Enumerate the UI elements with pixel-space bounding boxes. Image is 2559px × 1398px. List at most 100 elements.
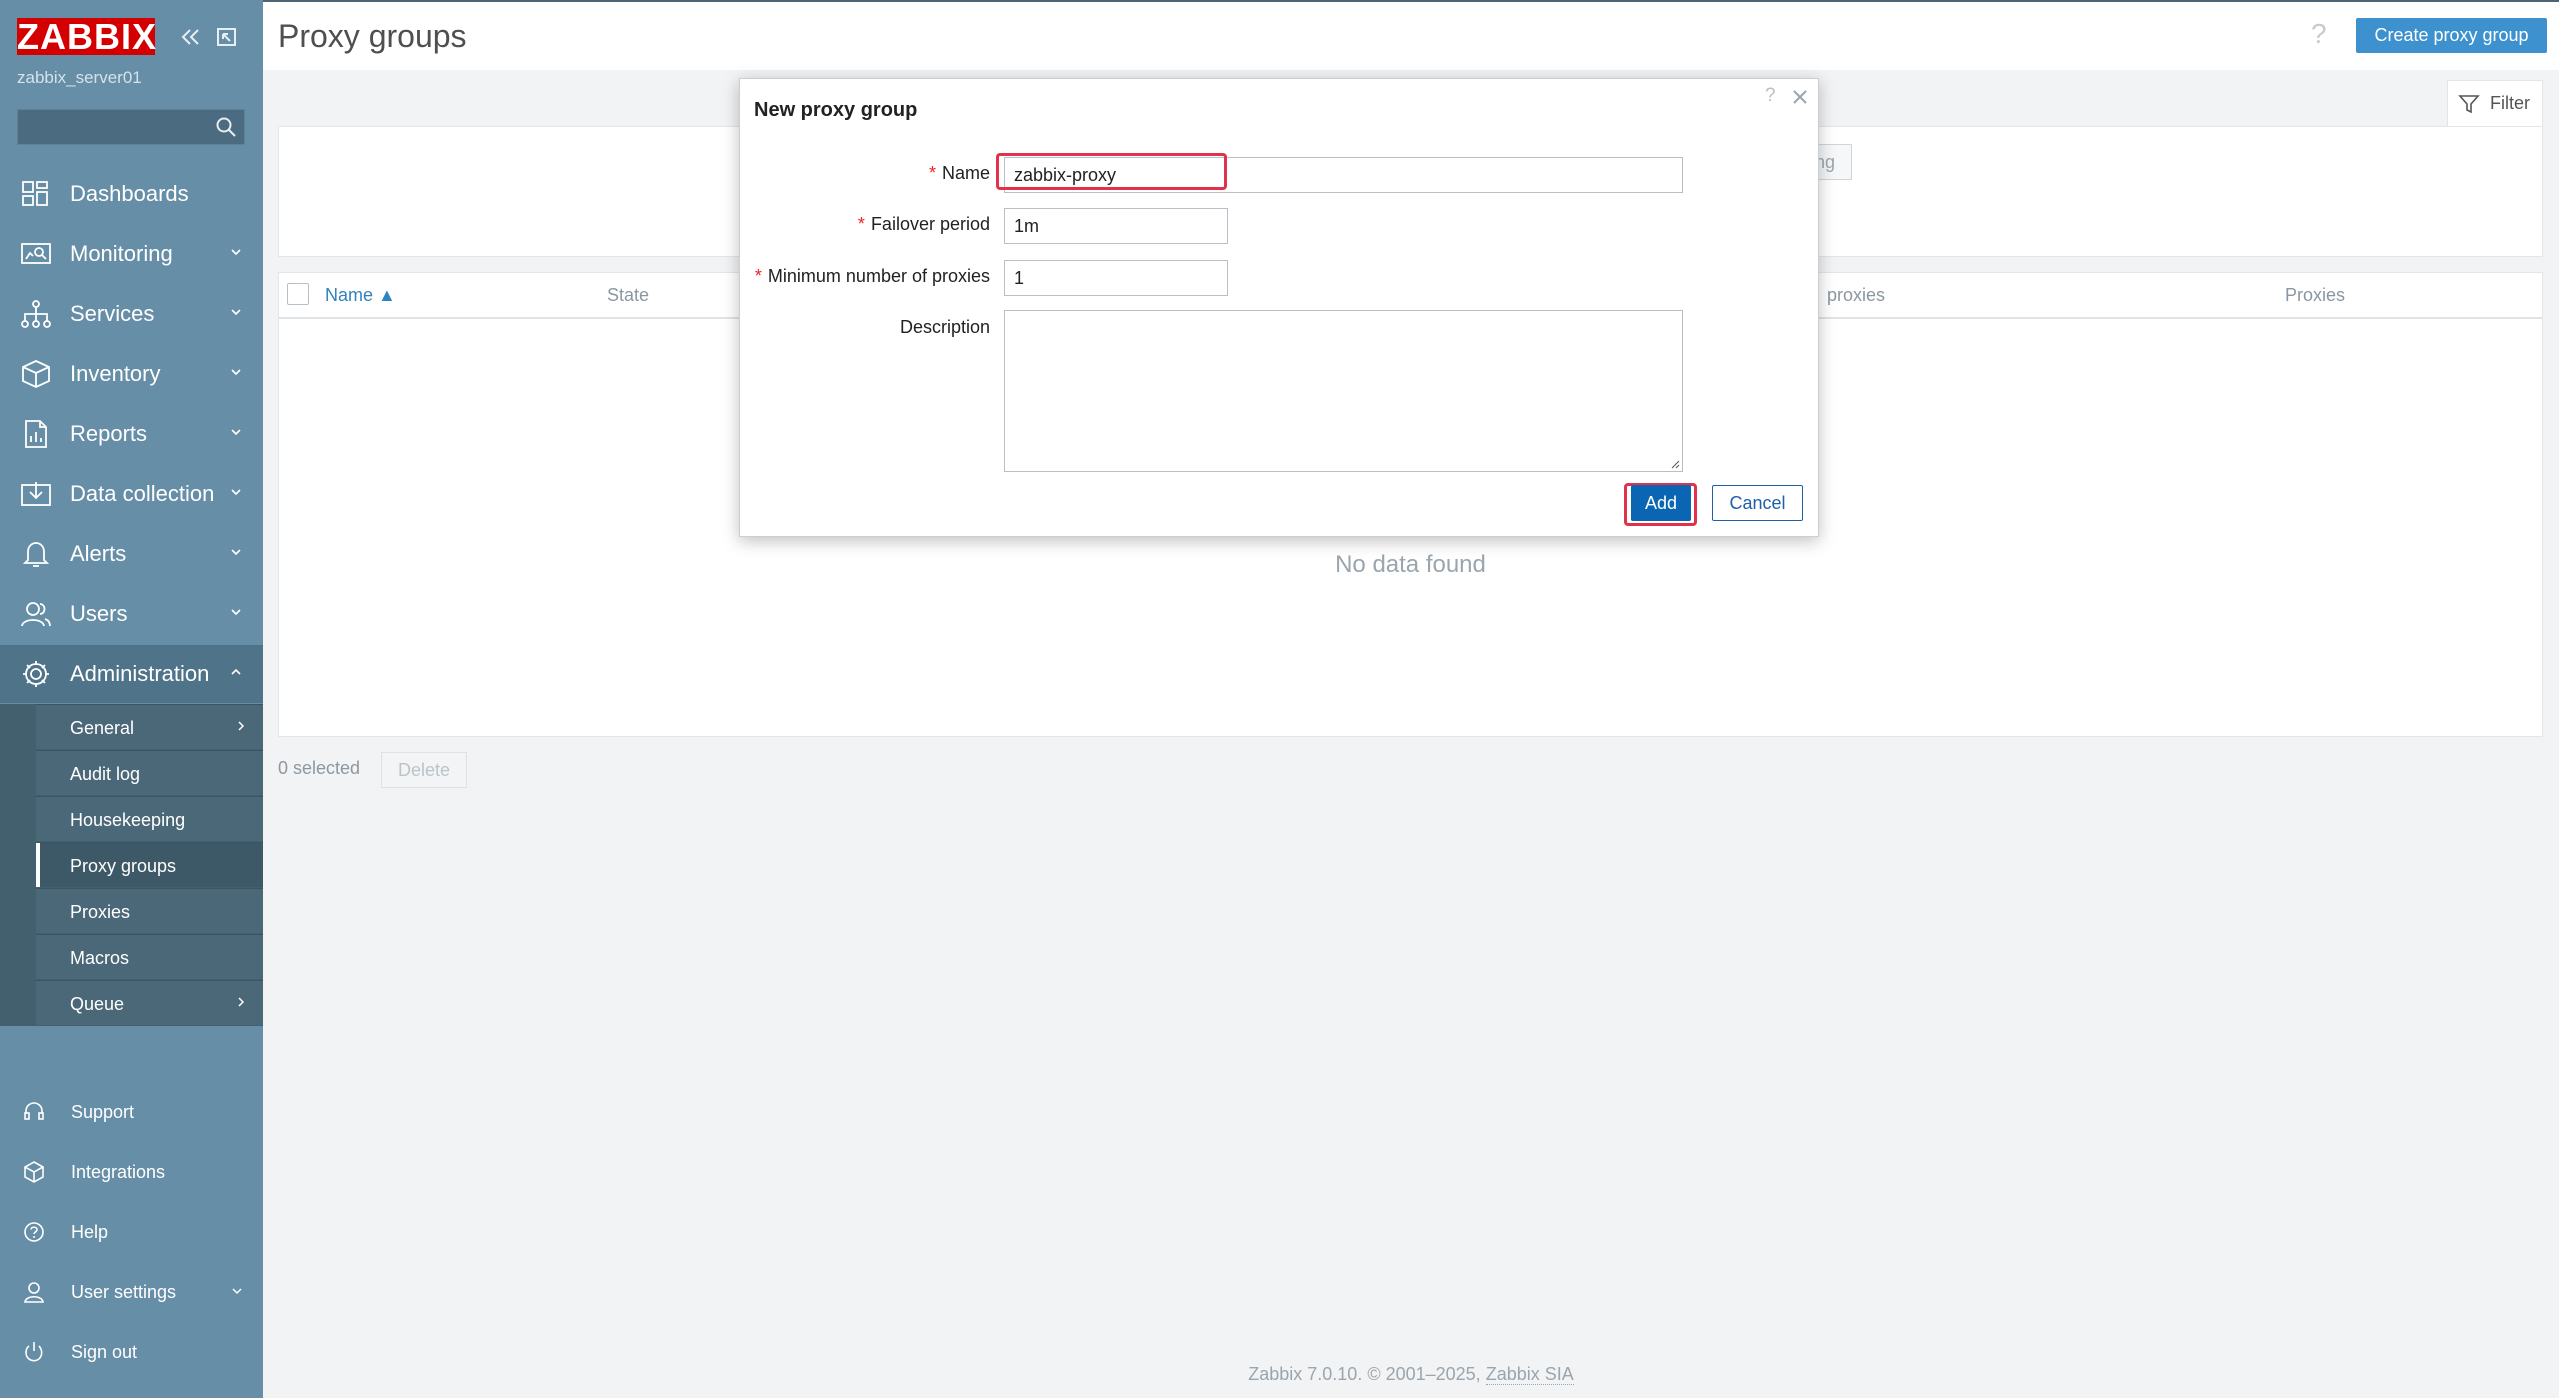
resize-grip-icon[interactable] — [1670, 459, 1680, 469]
sidebar-search-input[interactable] — [17, 109, 245, 145]
sidebar-item-label: Reports — [70, 421, 148, 446]
sidebar-item-administration[interactable]: Administration — [0, 645, 263, 703]
no-data-message: No data found — [1335, 551, 1486, 578]
column-proxies: Proxies — [2285, 285, 2346, 305]
name-label-text: Name — [941, 163, 990, 183]
kiosk-mode-icon[interactable] — [214, 24, 240, 50]
close-icon[interactable] — [1790, 87, 1810, 107]
submenu-item-proxy-groups[interactable]: Proxy groups — [36, 842, 263, 887]
page-title: Proxy groups — [278, 18, 467, 54]
sidebar-item-reports[interactable]: Reports — [0, 405, 263, 463]
sidebar-item-label: Integrations — [71, 1162, 166, 1182]
sidebar: ZABBIX zabbix_server01 Dashboards Monito… — [0, 0, 263, 1398]
chevron-up-icon — [231, 668, 241, 675]
sidebar-item-data-collection[interactable]: Data collection — [0, 465, 263, 523]
sidebar-item-users[interactable]: Users — [0, 585, 263, 643]
user-settings-icon — [24, 1282, 44, 1303]
monitoring-icon — [21, 243, 51, 264]
administration-icon — [23, 661, 49, 687]
chevron-down-icon — [231, 249, 241, 256]
sidebar-item-services[interactable]: Services — [0, 285, 263, 343]
submenu-item-queue[interactable]: Queue — [36, 980, 263, 1025]
support-icon — [24, 1102, 44, 1120]
page-help-icon[interactable]: ? — [2311, 18, 2327, 50]
administration-submenu: General Audit log Housekeeping Proxy gro… — [0, 704, 263, 1026]
integrations-icon — [24, 1161, 44, 1183]
sidebar-item-label: Administration — [70, 661, 210, 686]
column-name[interactable]: Name ▲ — [325, 285, 396, 306]
submenu-item-general[interactable]: General — [36, 704, 263, 749]
server-name: zabbix_server01 — [17, 68, 142, 87]
new-proxy-group-dialog: New proxy group ? *Name *Failover period… — [739, 78, 1819, 537]
sidebar-item-label: Alerts — [70, 541, 127, 566]
page-header — [263, 2, 2559, 70]
name-label: * Name — [740, 163, 990, 184]
required-marker: * — [928, 163, 936, 183]
footer: Zabbix 7.0.10. © 2001–2025, Zabbix SIA — [263, 1364, 2559, 1385]
footer-copyright: Zabbix 7.0.10. © 2001–2025, — [1248, 1364, 1481, 1384]
submenu-item-label: Macros — [70, 948, 130, 968]
min-proxies-label: * Minimum number of proxies — [740, 266, 990, 287]
sidebar-item-label: Users — [70, 601, 128, 626]
chevron-down-icon — [231, 609, 241, 616]
sidebar-item-alerts[interactable]: Alerts — [0, 525, 263, 583]
sidebar-item-label: Help — [71, 1222, 109, 1242]
failover-period-input[interactable] — [1004, 208, 1228, 244]
filter-reset-button[interactable]: ng — [1814, 144, 1852, 180]
dialog-title: New proxy group — [754, 99, 918, 121]
sidebar-item-support[interactable]: Support — [0, 1086, 263, 1138]
failover-label-text: Failover period — [870, 214, 990, 234]
chevron-right-icon — [238, 997, 245, 1007]
dialog-help-icon[interactable]: ? — [1765, 85, 1776, 107]
data-collection-icon — [21, 482, 51, 506]
sidebar-item-label: User settings — [71, 1282, 177, 1302]
alerts-icon — [22, 542, 50, 567]
chevron-down-icon — [231, 489, 241, 496]
sidebar-item-inventory[interactable]: Inventory — [0, 345, 263, 403]
required-marker: * — [754, 266, 762, 286]
cancel-button[interactable]: Cancel — [1712, 485, 1803, 521]
add-button[interactable]: Add — [1631, 485, 1691, 521]
zabbix-logo[interactable]: ZABBIX — [17, 18, 156, 55]
inventory-icon — [22, 360, 50, 388]
chevron-down-icon — [231, 429, 241, 436]
submenu-item-label: Queue — [70, 994, 125, 1014]
submenu-item-housekeeping[interactable]: Housekeeping — [36, 796, 263, 841]
selected-count: 0 selected — [278, 758, 361, 778]
delete-button[interactable]: Delete — [381, 752, 467, 788]
submenu-item-label: Proxies — [70, 902, 131, 922]
submenu-item-label: Proxy groups — [70, 856, 177, 876]
footer-link[interactable]: Zabbix SIA — [1485, 1364, 1574, 1385]
sidebar-item-label: Monitoring — [70, 241, 173, 266]
submenu-item-audit-log[interactable]: Audit log — [36, 750, 263, 795]
filter-tab[interactable]: Filter — [2447, 80, 2543, 126]
submenu-item-label: General — [70, 718, 135, 738]
submenu-item-label: Housekeeping — [70, 810, 186, 830]
sidebar-item-label: Dashboards — [70, 181, 189, 206]
collapse-sidebar-icon[interactable] — [178, 24, 204, 50]
users-icon — [21, 602, 51, 627]
failover-period-label: * Failover period — [740, 214, 990, 235]
column-state: State — [607, 285, 650, 305]
select-all-checkbox[interactable] — [287, 283, 309, 305]
description-textarea[interactable] — [1004, 310, 1683, 472]
submenu-item-label: Audit log — [70, 764, 141, 784]
description-label: Description — [899, 317, 990, 337]
submenu-item-proxies[interactable]: Proxies — [36, 888, 263, 933]
create-proxy-group-button[interactable]: Create proxy group — [2356, 18, 2547, 53]
chevron-down-icon — [231, 369, 241, 376]
chevron-down-icon — [231, 549, 241, 556]
search-icon[interactable] — [215, 116, 237, 138]
sidebar-item-monitoring[interactable]: Monitoring — [0, 225, 263, 283]
sidebar-item-integrations[interactable]: Integrations — [0, 1146, 263, 1198]
chevron-down-icon — [231, 309, 241, 316]
sidebar-item-label: Support — [71, 1102, 135, 1122]
sidebar-item-user-settings[interactable]: User settings — [0, 1266, 263, 1318]
chevron-right-icon — [238, 721, 245, 731]
sidebar-item-dashboards[interactable]: Dashboards — [0, 165, 263, 223]
submenu-item-macros[interactable]: Macros — [36, 934, 263, 979]
sidebar-item-sign-out[interactable]: Sign out — [0, 1326, 263, 1378]
name-highlight — [996, 153, 1227, 190]
sidebar-item-help[interactable]: Help — [0, 1206, 263, 1258]
min-proxies-input[interactable] — [1004, 260, 1228, 296]
